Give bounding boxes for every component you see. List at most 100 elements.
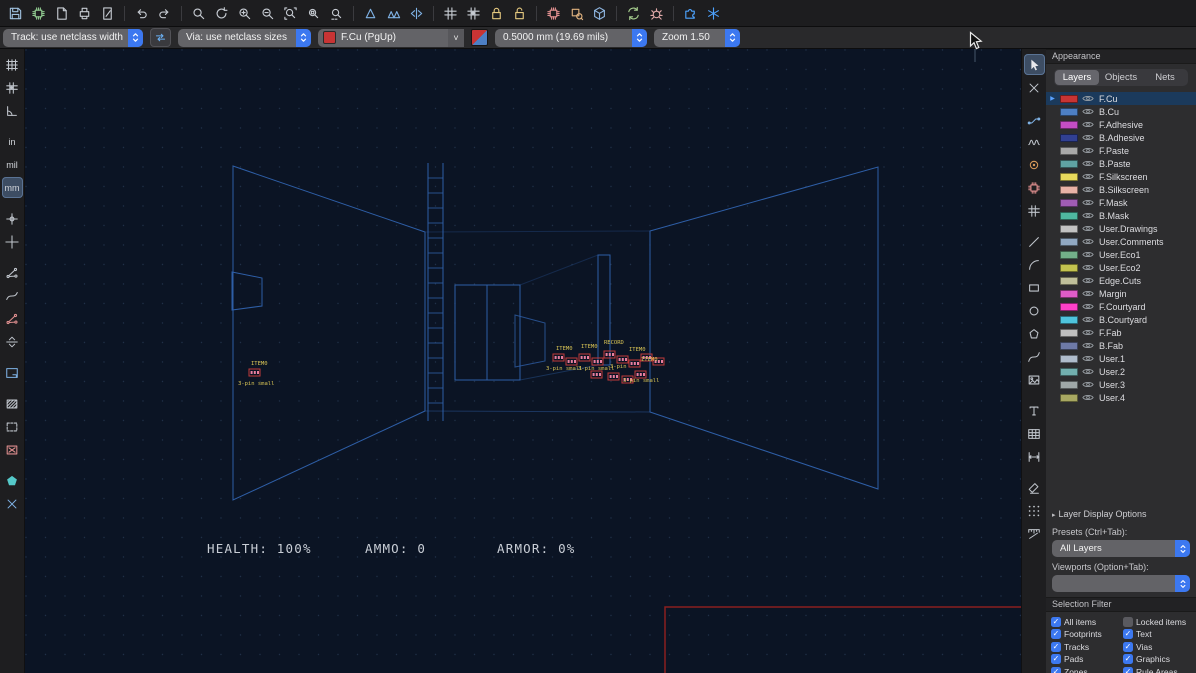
viewports-select[interactable]: [1052, 575, 1190, 592]
curved-ratsnest-button[interactable]: [2, 285, 23, 306]
snap-to-items-button[interactable]: [462, 2, 485, 24]
layer-color-swatch[interactable]: [1060, 225, 1078, 233]
redo-button[interactable]: [153, 2, 176, 24]
tune-length-button[interactable]: [1024, 131, 1045, 152]
toggle-grid-button[interactable]: [2, 54, 23, 75]
layer-color-swatch[interactable]: [1060, 199, 1078, 207]
layer-color-swatch[interactable]: [1060, 381, 1078, 389]
checkbox[interactable]: ✓: [1051, 642, 1061, 652]
zoom-fit-button[interactable]: [279, 2, 302, 24]
highlight-nets-button[interactable]: [2, 308, 23, 329]
layer-color-swatch[interactable]: [1060, 264, 1078, 272]
route-tracks-button[interactable]: [1024, 108, 1045, 129]
filter-graphics[interactable]: ✓Graphics: [1123, 654, 1193, 665]
checkbox[interactable]: ✓: [1123, 667, 1133, 673]
tab-nets[interactable]: Nets: [1143, 70, 1187, 85]
layer-visibility-eye-icon[interactable]: [1082, 263, 1095, 273]
checkbox[interactable]: ✓: [1051, 654, 1061, 664]
layer-row-f-silkscreen[interactable]: F.Silkscreen: [1046, 170, 1196, 183]
layer-color-swatch[interactable]: [1060, 147, 1078, 155]
layer-color-swatch[interactable]: [1060, 303, 1078, 311]
footprint-editor-button[interactable]: [542, 2, 565, 24]
refresh-button[interactable]: [210, 2, 233, 24]
hide-ratsnest-button[interactable]: [2, 262, 23, 283]
layer-visibility-eye-icon[interactable]: [1082, 276, 1095, 286]
layer-color-swatch[interactable]: [1060, 277, 1078, 285]
zoom-to-objects-button[interactable]: [302, 2, 325, 24]
layer-visibility-eye-icon[interactable]: [1082, 341, 1095, 351]
zoom-to-selection-button[interactable]: [325, 2, 348, 24]
draw-polygon-button[interactable]: [1024, 323, 1045, 344]
filter-vias[interactable]: ✓Vias: [1123, 641, 1193, 652]
checkbox[interactable]: ✓: [1123, 642, 1133, 652]
add-footprint-button[interactable]: [1024, 177, 1045, 198]
layer-row-f-adhesive[interactable]: F.Adhesive: [1046, 118, 1196, 131]
polar-coordinates-button[interactable]: [2, 100, 23, 121]
layer-color-swatch[interactable]: [1060, 329, 1078, 337]
grid-origin-button[interactable]: [1024, 500, 1045, 521]
layer-row-b-mask[interactable]: B.Mask: [1046, 209, 1196, 222]
draw-rectangle-button[interactable]: [1024, 277, 1045, 298]
layer-color-swatch[interactable]: [1060, 186, 1078, 194]
pads-outline-mode-button[interactable]: [2, 470, 23, 491]
add-image-button[interactable]: [1024, 369, 1045, 390]
layer-visibility-eye-icon[interactable]: [1082, 94, 1095, 104]
layer-color-swatch[interactable]: [1060, 121, 1078, 129]
draw-circle-button[interactable]: [1024, 300, 1045, 321]
draw-line-button[interactable]: [1024, 231, 1045, 252]
units-mm-button[interactable]: mm: [2, 177, 23, 198]
route-single-track-button[interactable]: [359, 2, 382, 24]
add-table-button[interactable]: [1024, 423, 1045, 444]
layer-visibility-eye-icon[interactable]: [1082, 107, 1095, 117]
layer-color-swatch[interactable]: [1060, 238, 1078, 246]
layer-row-f-courtyard[interactable]: F.Courtyard: [1046, 300, 1196, 313]
layer-color-swatch[interactable]: [1060, 173, 1078, 181]
save-button[interactable]: [4, 2, 27, 24]
checkbox[interactable]: ✓: [1123, 654, 1133, 664]
add-text-button[interactable]: [1024, 400, 1045, 421]
layer-color-swatch[interactable]: [1060, 251, 1078, 259]
filter-zones[interactable]: ✓Zones: [1051, 666, 1123, 673]
zoom-select[interactable]: Zoom 1.50: [654, 29, 740, 47]
snap-to-grid-button[interactable]: [439, 2, 462, 24]
layer-row-b-paste[interactable]: B.Paste: [1046, 157, 1196, 170]
route-differential-pairs-button[interactable]: [382, 2, 405, 24]
units-inches-button[interactable]: in: [2, 131, 23, 152]
layer-visibility-eye-icon[interactable]: [1082, 250, 1095, 260]
place-via-button[interactable]: [1024, 154, 1045, 175]
active-layer-select[interactable]: F.Cu (PgUp) ˅: [318, 29, 464, 47]
filter-footprints[interactable]: ✓Footprints: [1051, 629, 1123, 640]
layer-color-swatch[interactable]: [1060, 355, 1078, 363]
grid-select[interactable]: 0.5000 mm (19.69 mils): [495, 29, 647, 47]
delete-tool-button[interactable]: [1024, 477, 1045, 498]
zones-wireframe-button[interactable]: [2, 416, 23, 437]
draw-arc-button[interactable]: [1024, 254, 1045, 275]
flip-board-button[interactable]: [2, 331, 23, 352]
lock-button[interactable]: [485, 2, 508, 24]
pcb-canvas[interactable]: ITEM03-pin smallITEM0ITEM0RECORDITEM0ITE…: [25, 49, 1021, 673]
select-tool-button[interactable]: [1024, 54, 1045, 75]
align-distribute-button[interactable]: [1024, 200, 1045, 221]
layer-row-user-eco1[interactable]: User.Eco1: [1046, 248, 1196, 261]
layer-pair-indicator[interactable]: [471, 29, 488, 46]
layer-row-b-fab[interactable]: B.Fab: [1046, 339, 1196, 352]
checkbox[interactable]: [1123, 617, 1133, 627]
layer-row-edge-cuts[interactable]: Edge.Cuts: [1046, 274, 1196, 287]
layer-row-f-cu[interactable]: ▶F.Cu: [1046, 92, 1196, 105]
layer-row-f-paste[interactable]: F.Paste: [1046, 144, 1196, 157]
layer-row-margin[interactable]: Margin: [1046, 287, 1196, 300]
toggle-grid-overrides-button[interactable]: [2, 77, 23, 98]
zoom-in-button[interactable]: [233, 2, 256, 24]
find-button[interactable]: [187, 2, 210, 24]
full-window-crosshair-button[interactable]: [2, 231, 23, 252]
filter-rule-areas[interactable]: ✓Rule Areas: [1123, 666, 1193, 673]
track-width-select[interactable]: Track: use netclass width: [3, 29, 143, 47]
layer-visibility-eye-icon[interactable]: [1082, 198, 1095, 208]
layer-row-user-3[interactable]: User.3: [1046, 378, 1196, 391]
layer-visibility-eye-icon[interactable]: [1082, 315, 1095, 325]
flip-board-view-button[interactable]: [405, 2, 428, 24]
drawing-sheet-button[interactable]: [2, 362, 23, 383]
layer-row-user-2[interactable]: User.2: [1046, 365, 1196, 378]
plugin-puzzle-button[interactable]: [679, 2, 702, 24]
layer-color-swatch[interactable]: [1060, 212, 1078, 220]
